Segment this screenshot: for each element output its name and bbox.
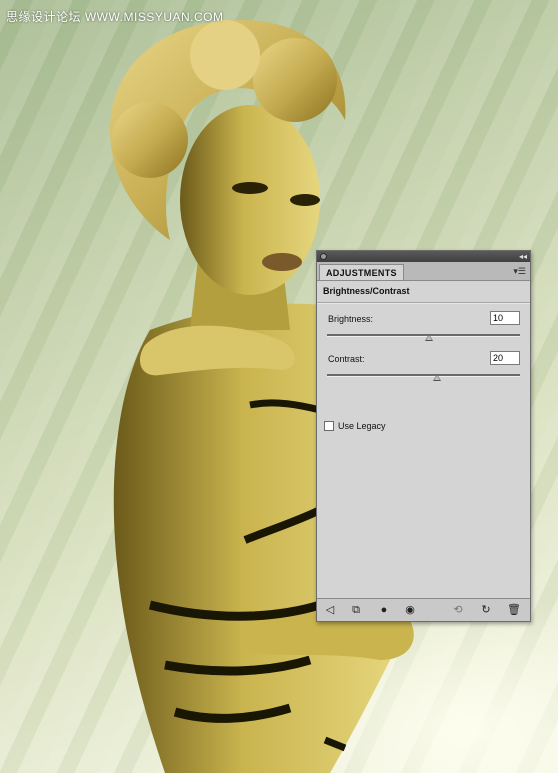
brightness-label: Brightness: xyxy=(328,314,374,324)
contrast-input[interactable]: 20 xyxy=(490,351,520,365)
panel-bottom-toolbar: ◁ ⧉ ● ◉ ⟲ ↻ 🗑 xyxy=(317,598,530,621)
close-icon[interactable] xyxy=(320,253,327,260)
visibility-eye-icon[interactable]: ◉ xyxy=(403,603,417,617)
panel-tab-row: ADJUSTMENTS ▾☰ xyxy=(317,262,530,281)
expand-view-icon[interactable]: ⧉ xyxy=(349,603,363,617)
tab-adjustments[interactable]: ADJUSTMENTS xyxy=(319,264,404,280)
contrast-slider-thumb[interactable] xyxy=(433,374,441,381)
brightness-slider-track[interactable] xyxy=(327,334,520,337)
panel-menu-icon[interactable]: ▾☰ xyxy=(513,266,526,276)
collapse-icon[interactable]: ◂◂ xyxy=(519,251,527,262)
adjustment-title: Brightness/Contrast xyxy=(323,286,410,296)
previous-state-icon[interactable]: ⟲ xyxy=(451,603,465,617)
contrast-row: Contrast: 20 xyxy=(317,350,530,370)
brightness-slider[interactable] xyxy=(327,330,520,344)
divider xyxy=(317,302,530,304)
brightness-input[interactable]: 10 xyxy=(490,311,520,325)
use-legacy-checkbox[interactable] xyxy=(324,421,334,431)
clip-layer-icon[interactable]: ● xyxy=(377,603,391,617)
delete-icon[interactable]: 🗑 xyxy=(507,603,521,617)
use-legacy-row: Use Legacy xyxy=(324,421,386,431)
watermark-text: 思缘设计论坛 WWW.MISSYUAN.COM xyxy=(6,10,224,24)
brightness-row: Brightness: 10 xyxy=(317,310,530,330)
contrast-slider-track[interactable] xyxy=(327,374,520,377)
adjustments-panel: ◂◂ ADJUSTMENTS ▾☰ Brightness/Contrast Br… xyxy=(316,250,531,622)
return-arrow-icon[interactable]: ◁ xyxy=(323,603,337,617)
use-legacy-label: Use Legacy xyxy=(338,421,386,431)
panel-titlebar[interactable]: ◂◂ xyxy=(317,251,530,262)
brightness-slider-thumb[interactable] xyxy=(425,334,434,341)
contrast-slider[interactable] xyxy=(327,370,520,384)
contrast-label: Contrast: xyxy=(328,354,365,364)
reset-icon[interactable]: ↻ xyxy=(479,603,493,617)
